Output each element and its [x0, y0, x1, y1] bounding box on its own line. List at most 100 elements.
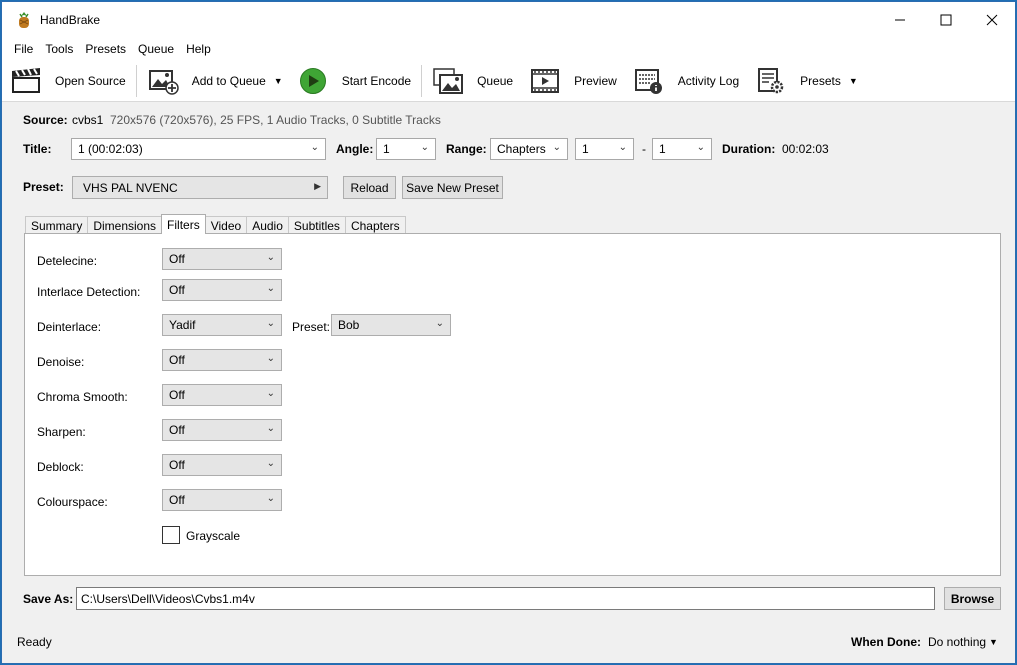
denoise-label: Denoise:: [37, 355, 85, 369]
tab-summary[interactable]: Summary: [25, 216, 89, 234]
tab-dimensions[interactable]: Dimensions: [87, 216, 163, 234]
save-new-preset-button[interactable]: Save New Preset: [402, 176, 503, 199]
interlace-detection-label: Interlace Detection:: [37, 285, 141, 299]
deinterlace-label: Deinterlace:: [37, 320, 102, 334]
preview-button[interactable]: Preview: [521, 61, 625, 101]
interlace-detection-value: Off: [169, 283, 185, 297]
start-encode-label: Start Encode: [341, 73, 412, 88]
close-button[interactable]: [969, 2, 1015, 38]
tab-chapters[interactable]: Chapters: [344, 216, 406, 234]
minimize-button[interactable]: [877, 2, 923, 38]
source-name: cvbs1: [72, 113, 104, 127]
queue-button[interactable]: Queue: [424, 61, 521, 101]
browse-button[interactable]: Browse: [944, 587, 1001, 610]
maximize-icon: [940, 14, 952, 26]
activity-log-icon: [633, 66, 665, 96]
menu-tools[interactable]: Tools: [39, 42, 79, 56]
sharpen-dropdown[interactable]: Off ⌄: [162, 419, 282, 441]
sharpen-label: Sharpen:: [37, 425, 86, 439]
range-start-value: 1: [582, 142, 589, 156]
handbrake-window: HandBrake File Tools Presets Queue Help: [1, 1, 1016, 664]
chevron-down-icon: ⌄: [266, 493, 275, 504]
activity-log-button[interactable]: Activity Log: [625, 61, 747, 101]
deinterlace-preset-dropdown[interactable]: Bob ⌄: [331, 314, 451, 336]
presets-label: Presets: [800, 73, 841, 88]
tab-strip: Summary Dimensions Filters Video Audio S…: [25, 214, 406, 234]
duration-label: Duration:: [722, 142, 776, 156]
when-done-dropdown[interactable]: Do nothing ▼: [928, 635, 998, 649]
range-type-dropdown[interactable]: Chapters ⌄: [490, 138, 568, 160]
chevron-right-icon: ▶: [314, 181, 321, 191]
denoise-value: Off: [169, 353, 185, 367]
range-end-dropdown[interactable]: 1 ⌄: [652, 138, 712, 160]
range-end-value: 1: [659, 142, 666, 156]
open-source-label: Open Source: [55, 73, 126, 88]
tab-audio[interactable]: Audio: [246, 216, 289, 234]
add-to-queue-button[interactable]: Add to Queue ▼: [139, 61, 291, 101]
source-info: 720x576 (720x576), 25 FPS, 1 Audio Track…: [110, 113, 441, 127]
chevron-down-icon[interactable]: ▼: [849, 76, 858, 86]
menu-file[interactable]: File: [8, 42, 39, 56]
when-done-value: Do nothing: [928, 635, 987, 649]
chevron-down-icon: ⌄: [310, 142, 319, 153]
title-label: Title:: [23, 142, 52, 156]
chevron-down-icon: ⌄: [266, 458, 275, 469]
maximize-button[interactable]: [923, 2, 969, 38]
menu-queue[interactable]: Queue: [132, 42, 180, 56]
chevron-down-icon: ⌄: [435, 318, 444, 329]
colourspace-value: Off: [169, 493, 185, 507]
deblock-dropdown[interactable]: Off ⌄: [162, 454, 282, 476]
minimize-icon: [895, 19, 905, 21]
title-dropdown[interactable]: 1 (00:02:03) ⌄: [71, 138, 326, 160]
deblock-label: Deblock:: [37, 460, 84, 474]
chroma-smooth-dropdown[interactable]: Off ⌄: [162, 384, 282, 406]
deblock-value: Off: [169, 458, 185, 472]
clapperboard-icon: [10, 66, 42, 96]
title-bar: HandBrake: [2, 2, 1015, 38]
deinterlace-preset-label: Preset:: [292, 320, 331, 334]
presets-gear-icon: [755, 66, 787, 96]
deinterlace-dropdown[interactable]: Yadif ⌄: [162, 314, 282, 336]
tab-filters[interactable]: Filters: [161, 214, 206, 234]
chevron-down-icon: ⌄: [266, 353, 275, 364]
colourspace-label: Colourspace:: [37, 495, 108, 509]
angle-dropdown[interactable]: 1 ⌄: [376, 138, 436, 160]
pineapple-icon: [19, 12, 29, 28]
chevron-down-icon: ⌄: [266, 318, 275, 329]
chevron-down-icon[interactable]: ▼: [274, 76, 283, 86]
range-start-dropdown[interactable]: 1 ⌄: [575, 138, 634, 160]
chevron-down-icon: ⌄: [266, 252, 275, 263]
chroma-smooth-label: Chroma Smooth:: [37, 390, 128, 404]
interlace-detection-dropdown[interactable]: Off ⌄: [162, 279, 282, 301]
chevron-down-icon: ⌄: [618, 142, 627, 153]
tab-video[interactable]: Video: [204, 216, 248, 234]
grayscale-checkbox[interactable]: [162, 526, 180, 544]
sharpen-value: Off: [169, 423, 185, 437]
angle-value: 1: [383, 142, 390, 156]
status-text: Ready: [17, 635, 52, 649]
window-title: HandBrake: [40, 13, 101, 27]
reload-button[interactable]: Reload: [343, 176, 396, 199]
detelecine-value: Off: [169, 252, 185, 266]
add-picture-icon: [147, 66, 179, 96]
detelecine-dropdown[interactable]: Off ⌄: [162, 248, 282, 270]
menu-presets[interactable]: Presets: [79, 42, 132, 56]
close-icon: [986, 14, 998, 26]
preset-value: VHS PAL NVENC: [83, 180, 178, 195]
start-encode-button[interactable]: Start Encode: [291, 61, 419, 101]
open-source-button[interactable]: Open Source: [2, 61, 134, 101]
deinterlace-value: Yadif: [169, 318, 196, 332]
save-as-label: Save As:: [23, 592, 74, 606]
tab-subtitles[interactable]: Subtitles: [287, 216, 346, 234]
presets-button[interactable]: Presets ▼: [747, 61, 866, 101]
denoise-dropdown[interactable]: Off ⌄: [162, 349, 282, 371]
menu-bar: File Tools Presets Queue Help: [2, 38, 1015, 60]
menu-help[interactable]: Help: [180, 42, 217, 56]
deinterlace-preset-value: Bob: [338, 318, 360, 332]
preset-selector[interactable]: VHS PAL NVENC ▶: [72, 176, 328, 199]
range-type-value: Chapters: [497, 142, 546, 156]
activity-log-label: Activity Log: [677, 73, 740, 88]
queue-label: Queue: [477, 73, 514, 88]
save-as-path-input[interactable]: C:\Users\Dell\Videos\Cvbs1.m4v: [76, 587, 935, 610]
colourspace-dropdown[interactable]: Off ⌄: [162, 489, 282, 511]
